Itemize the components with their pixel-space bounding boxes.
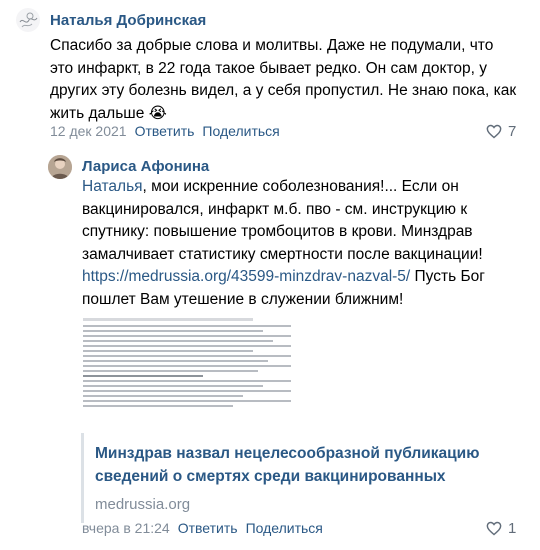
comment-body: Спасибо за добрые слова и молитвы. Даже … — [50, 37, 517, 122]
comment-text: Спасибо за добрые слова и молитвы. Даже … — [50, 35, 520, 125]
mention-link[interactable]: Наталья — [82, 178, 143, 195]
comment-author[interactable]: Наталья Добринская — [50, 12, 206, 29]
share-button[interactable]: Поделиться — [202, 123, 279, 139]
avatar[interactable] — [16, 8, 40, 32]
heart-outline-icon — [486, 521, 502, 536]
like-count: 1 — [508, 520, 517, 537]
reply-button[interactable]: Ответить — [178, 520, 238, 536]
avatar[interactable] — [48, 155, 72, 179]
heart-outline-icon — [486, 124, 502, 139]
link-snippet[interactable]: Минздрав назвал нецелесообразной публика… — [81, 433, 521, 523]
snippet-title[interactable]: Минздрав назвал нецелесообразной публика… — [95, 443, 521, 488]
comment-date[interactable]: вчера в 21:24 — [82, 520, 170, 536]
comment-text: Наталья, мои искренние соболезнования!..… — [82, 176, 522, 311]
photo-avatar-icon — [48, 155, 72, 179]
comment-body: , мои искренние соболезнования!... Если … — [82, 178, 483, 263]
crying-emoji-icon: 😭 — [148, 104, 167, 122]
sketch-avatar-icon — [19, 12, 38, 28]
comment-meta: вчера в 21:24 Ответить Поделиться — [82, 520, 323, 536]
like-button[interactable]: 1 — [486, 520, 516, 537]
reply-button[interactable]: Ответить — [135, 123, 195, 139]
comment-author[interactable]: Лариса Афонина — [82, 158, 209, 175]
article-preview-image[interactable] — [81, 316, 295, 408]
external-link[interactable]: https://medrussia.org/43599-minzdrav-naz… — [82, 268, 410, 285]
comment-meta: 12 дек 2021 Ответить Поделиться — [50, 123, 280, 139]
like-count: 7 — [508, 123, 517, 140]
comment-date[interactable]: 12 дек 2021 — [50, 123, 127, 139]
snippet-domain: medrussia.org — [95, 496, 191, 513]
like-button[interactable]: 7 — [486, 123, 516, 140]
share-button[interactable]: Поделиться — [246, 520, 323, 536]
